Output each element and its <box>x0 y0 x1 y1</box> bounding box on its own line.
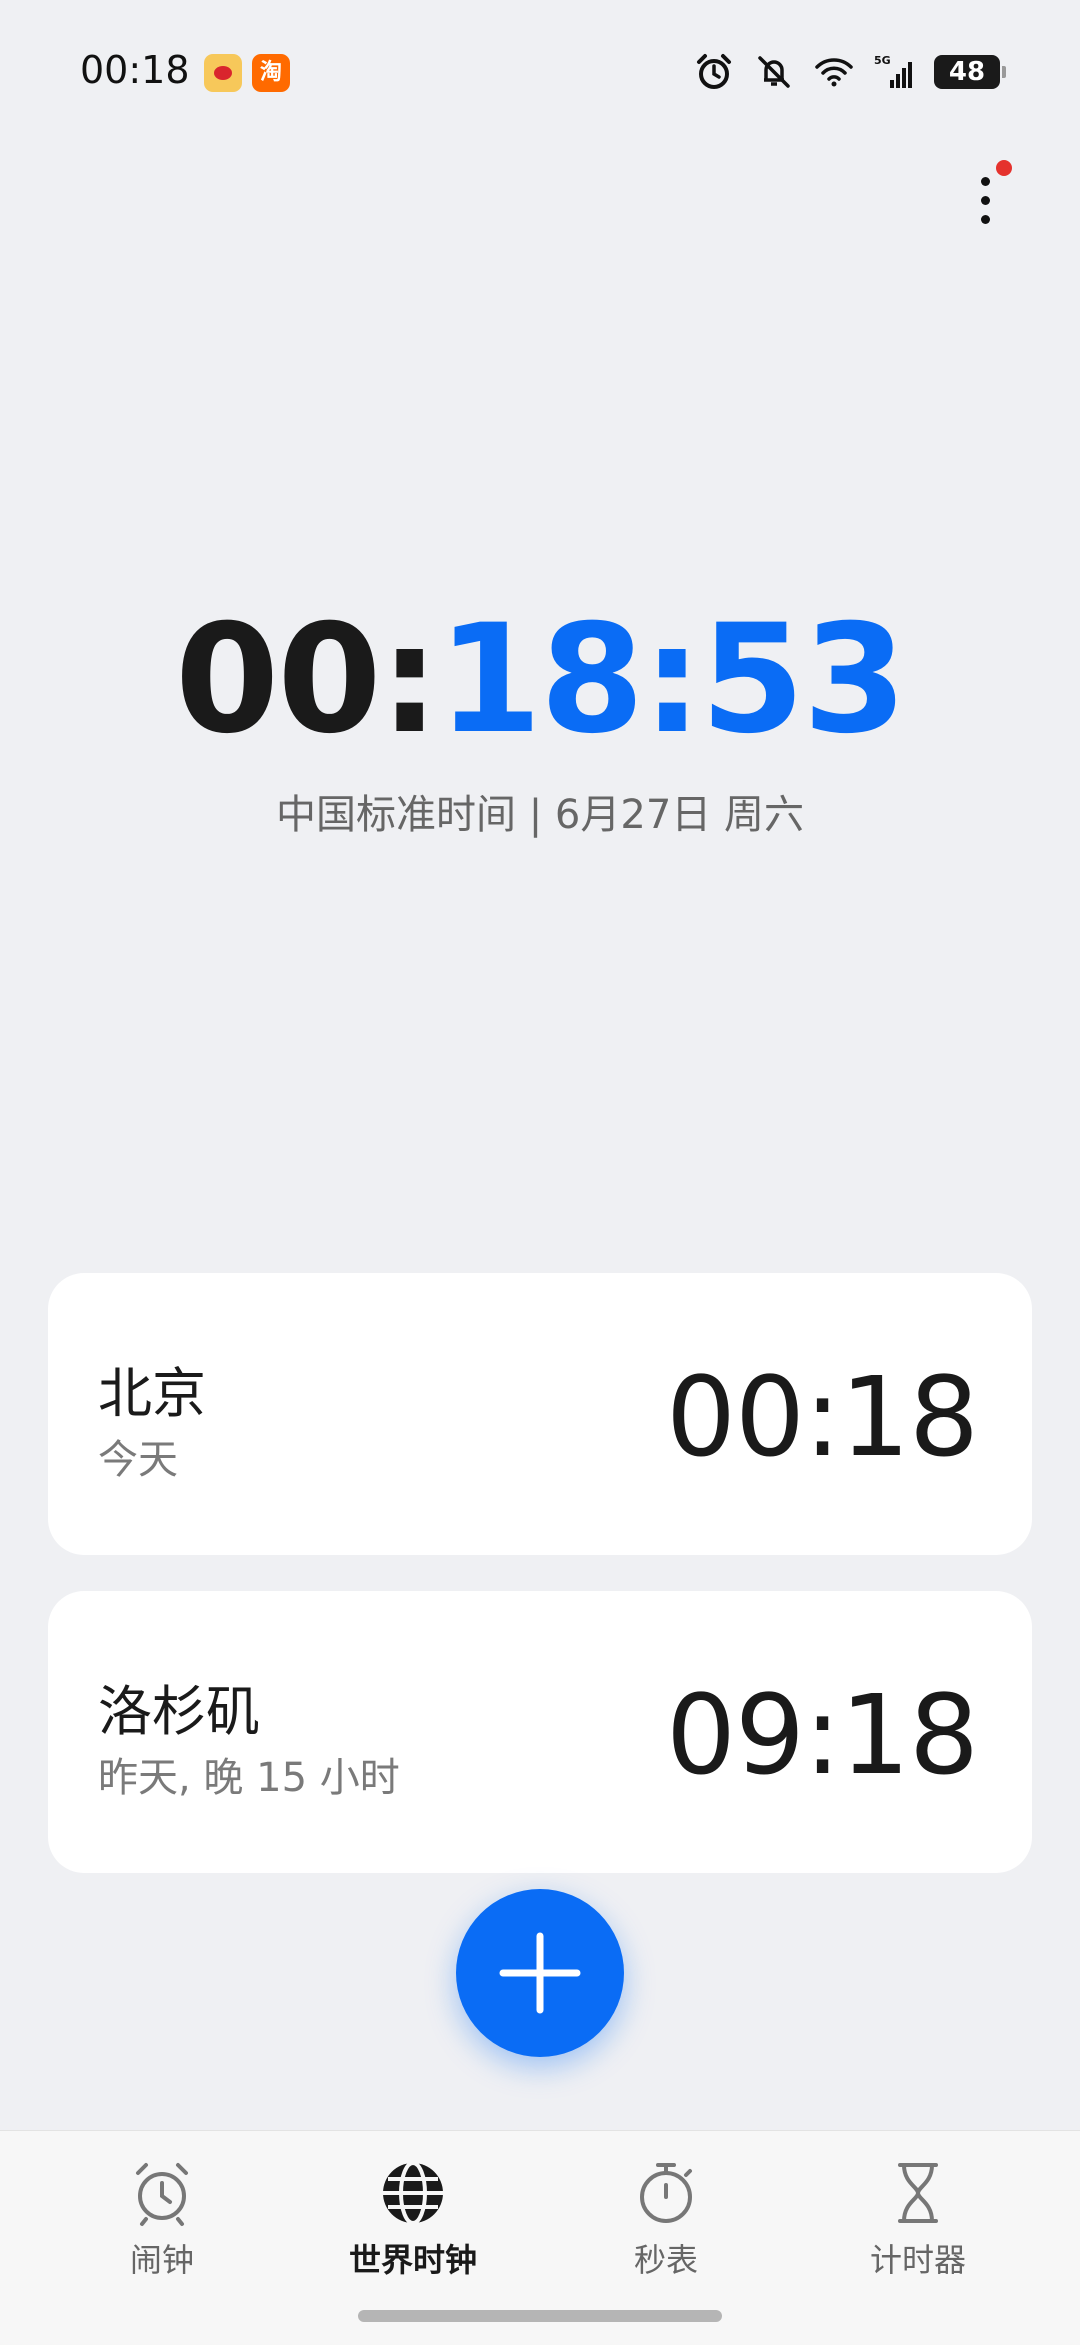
alarm-icon <box>136 2163 188 2226</box>
city-day-offset: 今天 <box>98 1437 178 1483</box>
nav-label: 世界时钟 <box>348 2241 477 2279</box>
status-icons: 5G 48 <box>694 52 1006 92</box>
svg-text:5G: 5G <box>874 54 891 67</box>
notification-dot <box>996 160 1012 176</box>
home-indicator[interactable] <box>358 2310 722 2322</box>
city-name: 洛杉矶 <box>98 1680 260 1743</box>
battery-icon: 48 <box>934 55 1006 89</box>
more-dots-icon <box>980 176 990 224</box>
status-bar: 00:18 淘 5G 48 <box>0 0 1080 140</box>
main-clock: 00:18:53 <box>0 600 1080 760</box>
nav-label: 秒表 <box>633 2241 698 2279</box>
alarm-status-icon <box>694 52 734 92</box>
nav-label: 计时器 <box>869 2241 966 2279</box>
tab-world-clock[interactable]: 世界时钟 <box>313 2159 513 2281</box>
city-card-los-angeles[interactable]: 洛杉矶 昨天, 晚 15 小时 09:18 <box>48 1591 1032 1873</box>
city-card-beijing[interactable]: 北京 今天 00:18 <box>48 1273 1032 1555</box>
signal-5g-icon: 5G <box>874 52 914 92</box>
weibo-icon <box>204 54 242 92</box>
tab-stopwatch[interactable]: 秒表 <box>566 2159 766 2281</box>
tab-alarm[interactable]: 闹钟 <box>62 2159 262 2281</box>
stopwatch-icon <box>640 2163 692 2223</box>
city-day-offset: 昨天, 晚 15 小时 <box>98 1755 400 1801</box>
clock-hours: 00: <box>174 593 440 767</box>
tab-timer[interactable]: 计时器 <box>818 2159 1018 2281</box>
hourglass-icon <box>898 2163 938 2223</box>
taobao-icon: 淘 <box>252 54 290 92</box>
wifi-icon <box>814 52 854 92</box>
add-city-button[interactable] <box>456 1889 624 2057</box>
plus-icon <box>499 1932 581 2014</box>
city-name: 北京 <box>98 1362 206 1425</box>
globe-icon <box>383 2161 443 2225</box>
nav-label: 闹钟 <box>129 2241 194 2279</box>
status-time: 00:18 <box>80 48 190 92</box>
more-options-button[interactable] <box>950 160 1020 240</box>
mute-icon <box>754 52 794 92</box>
city-time: 09:18 <box>665 1671 979 1799</box>
clock-minutes-seconds: 18:53 <box>437 593 907 767</box>
city-time: 00:18 <box>665 1353 979 1481</box>
clock-date-info: 中国标准时间 | 6月27日 周六 <box>276 792 804 838</box>
